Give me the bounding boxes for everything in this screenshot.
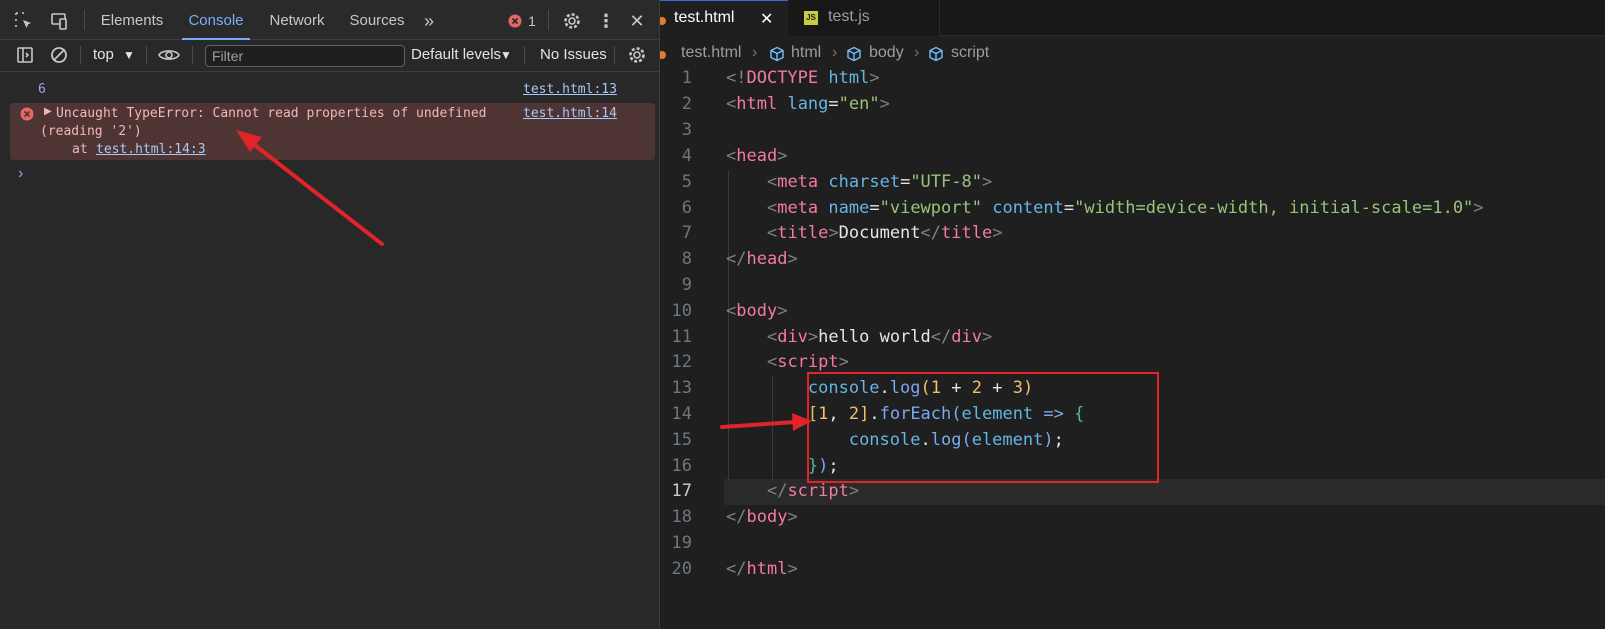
chevron-right-icon: ›: [832, 44, 838, 61]
line-number: 18: [671, 507, 692, 527]
html-file-icon: [660, 48, 668, 66]
line-number: 5: [681, 172, 692, 192]
line-number: 1: [681, 68, 692, 88]
code-line[interactable]: <div>hello world</div>: [726, 327, 992, 347]
close-tab-icon[interactable]: ✕: [760, 9, 773, 29]
devtools-panel: Elements Console Network Sources » 1 ⋮ ✕…: [0, 0, 660, 629]
line-number: 7: [681, 223, 692, 243]
code-line[interactable]: <script>: [726, 352, 849, 372]
code-line[interactable]: </body>: [726, 507, 798, 527]
code-line[interactable]: <!DOCTYPE html>: [726, 68, 880, 88]
line-number: 11: [671, 327, 692, 347]
cube-icon: [846, 46, 862, 67]
line-number: 3: [681, 120, 692, 140]
tab-test-js[interactable]: JS test.js: [788, 0, 940, 36]
line-number: 13: [671, 378, 692, 398]
html-file-icon: [660, 14, 668, 25]
code-line[interactable]: </script>: [726, 481, 859, 501]
code-line[interactable]: <head>: [726, 146, 787, 166]
tab-label: test.js: [828, 8, 870, 25]
tab-test-html[interactable]: test.html ✕: [660, 0, 788, 36]
line-number: 4: [681, 146, 692, 166]
line-number: 15: [671, 430, 692, 450]
code-line[interactable]: </head>: [726, 249, 798, 269]
line-number: 8: [681, 249, 692, 269]
line-number: 20: [671, 559, 692, 579]
annotation-arrow: [720, 413, 812, 431]
code-line[interactable]: <html lang="en">: [726, 94, 890, 114]
breadcrumb-item[interactable]: body: [869, 44, 904, 62]
code-line[interactable]: <meta charset="UTF-8">: [726, 172, 992, 192]
breadcrumb-item[interactable]: script: [951, 44, 989, 62]
line-number-current: 17: [671, 481, 692, 501]
js-file-icon: JS: [804, 11, 818, 25]
line-number: 16: [671, 456, 692, 476]
line-number: 9: [681, 275, 692, 295]
code-line[interactable]: <title>Document</title>: [726, 223, 1003, 243]
breadcrumb-item[interactable]: test.html: [681, 44, 741, 62]
tab-label: test.html: [674, 9, 735, 26]
cube-icon: [928, 46, 944, 67]
annotation-highlight-box: [807, 372, 1159, 483]
code-line[interactable]: </html>: [726, 559, 798, 579]
line-number: 6: [681, 198, 692, 218]
line-number: 14: [671, 404, 692, 424]
chevron-right-icon: ›: [752, 44, 758, 61]
line-number: 10: [671, 301, 692, 321]
code-line[interactable]: <body>: [726, 301, 787, 321]
line-number: 12: [671, 352, 692, 372]
code-line[interactable]: <meta name="viewport" content="width=dev…: [726, 198, 1484, 218]
cube-icon: [769, 46, 785, 67]
line-number: 2: [681, 94, 692, 114]
chevron-right-icon: ›: [914, 44, 920, 61]
annotation-arrow: [236, 130, 384, 246]
code-editor: test.html ✕ JS test.js test.html › html …: [660, 0, 1605, 629]
line-number: 19: [671, 533, 692, 553]
breadcrumb-item[interactable]: html: [791, 44, 821, 62]
